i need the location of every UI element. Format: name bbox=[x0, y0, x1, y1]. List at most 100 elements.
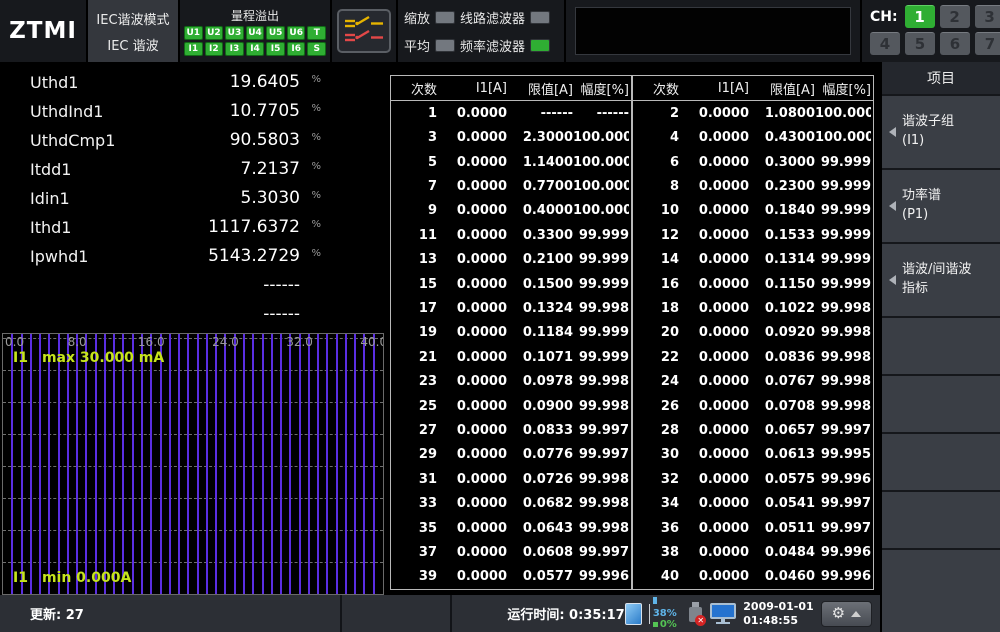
brand-logo: ZTMI bbox=[0, 0, 88, 62]
softkey-arrow-left-icon bbox=[889, 201, 896, 211]
channel-button-2[interactable]: 2 bbox=[940, 5, 970, 28]
table-row-odd-5: 50.00001.1400100.000 bbox=[391, 150, 631, 174]
softkey-label-line1: 谐波/间谐波 bbox=[902, 261, 971, 280]
channel-button-4[interactable]: 4 bbox=[870, 32, 900, 55]
table-cell: 0.0920 bbox=[749, 325, 815, 340]
table-cell: 29 bbox=[391, 447, 437, 462]
mode-line1: IEC谐波模式 bbox=[96, 9, 169, 28]
table-row-odd-33: 330.00000.068299.998 bbox=[391, 492, 631, 516]
table-cell: 31 bbox=[391, 472, 437, 487]
table-cell: 99.999 bbox=[573, 228, 629, 243]
table-row-odd-25: 250.00000.090099.998 bbox=[391, 394, 631, 418]
chart-xtick-8.0: 8.0 bbox=[68, 335, 87, 349]
table-cell: 0.1022 bbox=[749, 301, 815, 316]
measurement-unit: % bbox=[311, 103, 321, 114]
harmonic-bar-19 bbox=[178, 334, 180, 594]
table-cell: 0.0000 bbox=[679, 545, 749, 560]
table-cell: 99.996 bbox=[815, 472, 871, 487]
chart-xtick-16.0: 16.0 bbox=[138, 335, 165, 349]
softkey-empty-slot bbox=[882, 434, 1000, 490]
softkey-empty-slot bbox=[882, 492, 1000, 548]
channel-label: CH: bbox=[870, 9, 898, 25]
table-row-odd-3: 30.00002.3000100.000 bbox=[391, 125, 631, 149]
table-cell: 0.0000 bbox=[679, 301, 749, 316]
table-cell: 1 bbox=[391, 106, 437, 121]
measurement-row-2: UthdCmp190.5803% bbox=[0, 127, 385, 156]
table-cell: 5 bbox=[391, 155, 437, 170]
average-toggle[interactable] bbox=[435, 39, 455, 52]
table-cell: 99.999 bbox=[815, 277, 871, 292]
table-row-even-34: 340.00000.054199.997 bbox=[633, 492, 873, 516]
table-cell: 0.0608 bbox=[507, 545, 573, 560]
table-cell: 0.1314 bbox=[749, 252, 815, 267]
status-update-segment: 更新: 27 bbox=[0, 595, 342, 632]
chart-min-text: min 0.000A bbox=[42, 570, 131, 586]
channel-button-3[interactable]: 3 bbox=[975, 5, 1000, 28]
softkey-button-2[interactable]: 功率谱(P1) bbox=[882, 170, 1000, 242]
table-cell: 10 bbox=[633, 203, 679, 218]
softkey-empty-slot bbox=[882, 318, 1000, 374]
harmonic-bar-7 bbox=[67, 334, 69, 594]
table-row-even-32: 320.00000.057599.996 bbox=[633, 467, 873, 491]
harmonic-bar-28 bbox=[262, 334, 264, 594]
settings-menu-button[interactable]: ⚙ bbox=[821, 601, 872, 627]
caret-up-icon bbox=[851, 611, 861, 617]
channel-button-6[interactable]: 6 bbox=[940, 32, 970, 55]
table-col-header: 限值[A] bbox=[507, 79, 573, 98]
harmonic-bar-30 bbox=[280, 334, 282, 594]
table-cell: 0.0000 bbox=[437, 325, 507, 340]
channel-button-7[interactable]: 7 bbox=[975, 32, 1000, 55]
line-filter-toggle[interactable] bbox=[530, 11, 550, 24]
table-cell: 99.998 bbox=[573, 399, 629, 414]
harmonic-bar-18 bbox=[169, 334, 171, 594]
measurement-value: 19.6405 bbox=[230, 72, 300, 92]
softkey-button-1[interactable]: 谐波子组(I1) bbox=[882, 96, 1000, 168]
table-cell: 0.1324 bbox=[507, 301, 573, 316]
channel-button-5[interactable]: 5 bbox=[905, 32, 935, 55]
measurement-row-4: Idin15.3030% bbox=[0, 185, 385, 214]
table-cell: 100.000 bbox=[573, 203, 629, 218]
softkey-label-line1: 功率谱 bbox=[902, 187, 941, 206]
chart-trace-name: I1 bbox=[13, 570, 28, 586]
table-cell: 0.0000 bbox=[679, 325, 749, 340]
frequency-filter-toggle[interactable] bbox=[530, 39, 550, 52]
chart-max-text: max 30.000 mA bbox=[42, 350, 164, 366]
table-cell: 0.0000 bbox=[437, 252, 507, 267]
table-cell: 0.0000 bbox=[437, 277, 507, 292]
table-cell: 40 bbox=[633, 569, 679, 584]
channel-panel: CH: 123 4567 bbox=[862, 0, 1000, 62]
harmonic-bar-14 bbox=[132, 334, 134, 594]
table-row-odd-15: 150.00000.150099.999 bbox=[391, 272, 631, 296]
table-half-even: 次数I1[A]限值[A]幅度[%] 20.00001.0800100.00040… bbox=[633, 76, 873, 589]
table-cell: 0.0643 bbox=[507, 521, 573, 536]
status-bar: 更新: 27 运行时间: 0:35:17 38% 0% ✕ bbox=[0, 595, 880, 632]
table-row-odd-7: 70.00000.7700100.000 bbox=[391, 174, 631, 198]
table-half-odd: 次数I1[A]限值[A]幅度[%] 10.0000------------30.… bbox=[391, 76, 633, 589]
table-cell: 100.000 bbox=[573, 179, 629, 194]
table-cell: 0.0000 bbox=[437, 399, 507, 414]
wiring-diagram-button[interactable] bbox=[337, 9, 391, 53]
table-cell: 36 bbox=[633, 521, 679, 536]
overflow-indicator-u1: U1 bbox=[184, 26, 203, 40]
table-cell: 0.4000 bbox=[507, 203, 573, 218]
table-cell: 100.000 bbox=[573, 130, 629, 145]
table-cell: 0.0000 bbox=[679, 374, 749, 389]
table-row-odd-39: 390.00000.057799.996 bbox=[391, 565, 631, 589]
storage-percent-bottom: 0% bbox=[653, 619, 681, 631]
table-cell: 0.0000 bbox=[437, 545, 507, 560]
softkey-button-3[interactable]: 谐波/间谐波指标 bbox=[882, 244, 1000, 316]
table-cell: 26 bbox=[633, 399, 679, 414]
zoom-toggle[interactable] bbox=[435, 11, 455, 24]
overflow-indicator-u6: U6 bbox=[287, 26, 306, 40]
overflow-row-voltage: U1U2U3U4U5U6T bbox=[184, 26, 326, 40]
time-text: 01:48:55 bbox=[743, 614, 813, 628]
table-cell: 0.0657 bbox=[749, 423, 815, 438]
channel-button-1[interactable]: 1 bbox=[905, 5, 935, 28]
harmonic-bar-17 bbox=[160, 334, 162, 594]
mode-line2: IEC 谐波 bbox=[107, 35, 158, 54]
softkey-empty-slot bbox=[882, 550, 1000, 632]
table-cell: 99.998 bbox=[573, 472, 629, 487]
zoom-label: 缩放 bbox=[404, 8, 430, 27]
overflow-indicator-i5: I5 bbox=[266, 42, 285, 56]
table-cell: 0.0000 bbox=[679, 350, 749, 365]
